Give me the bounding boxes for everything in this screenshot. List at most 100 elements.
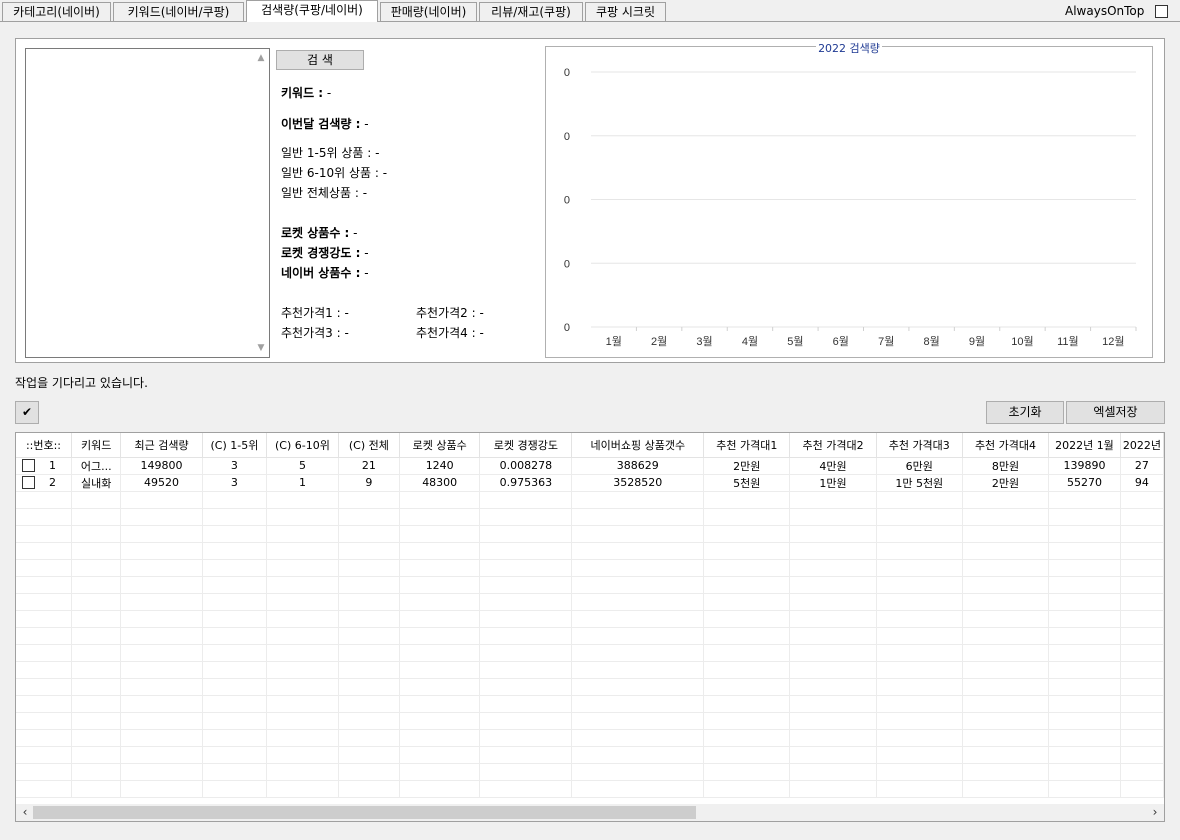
table-cell: 49520 bbox=[120, 474, 203, 492]
tab-divider bbox=[0, 21, 1180, 22]
table-cell bbox=[71, 610, 122, 628]
table-cell bbox=[202, 763, 268, 781]
table-cell bbox=[202, 661, 268, 679]
column-header[interactable]: 최근 검색량 bbox=[120, 433, 203, 458]
table-row[interactable] bbox=[16, 610, 1164, 628]
table-row[interactable] bbox=[16, 491, 1164, 509]
column-header[interactable]: 추천 가격대3 bbox=[876, 433, 963, 458]
table-row[interactable] bbox=[16, 627, 1164, 645]
table-cell bbox=[16, 763, 72, 781]
tab-search-volume[interactable]: 검색량(쿠팡/네이버) bbox=[246, 0, 378, 22]
y-tick-label: 0 bbox=[564, 322, 570, 334]
table-row[interactable] bbox=[16, 763, 1164, 781]
table-cell bbox=[266, 491, 339, 509]
table-cell bbox=[16, 695, 72, 713]
table-row[interactable] bbox=[16, 644, 1164, 662]
table-cell bbox=[571, 644, 705, 662]
column-header[interactable]: 2022년 1월 bbox=[1048, 433, 1121, 458]
column-header[interactable]: 추천 가격대2 bbox=[789, 433, 877, 458]
table-cell bbox=[1048, 644, 1121, 662]
table-cell bbox=[571, 576, 705, 594]
x-tick-label: 3월 bbox=[696, 335, 712, 348]
table-row[interactable] bbox=[16, 542, 1164, 560]
scroll-down-icon[interactable]: ▼ bbox=[253, 343, 269, 353]
scroll-left-icon[interactable]: ‹ bbox=[20, 805, 30, 819]
keyword-value: - bbox=[323, 86, 332, 100]
table-row[interactable] bbox=[16, 695, 1164, 713]
table-row[interactable] bbox=[16, 508, 1164, 526]
table-row[interactable] bbox=[16, 559, 1164, 577]
table-cell bbox=[16, 491, 72, 509]
table-cell bbox=[479, 712, 573, 730]
table-cell bbox=[202, 729, 268, 747]
column-header[interactable]: 추천 가격대1 bbox=[703, 433, 791, 458]
table-cell bbox=[703, 695, 791, 713]
table-row[interactable] bbox=[16, 593, 1164, 611]
grid-horizontal-scrollbar[interactable]: ‹ › bbox=[16, 804, 1164, 821]
check-all-button[interactable]: ✔ bbox=[15, 401, 39, 424]
table-cell bbox=[120, 627, 203, 645]
table-cell bbox=[202, 695, 268, 713]
table-row[interactable] bbox=[16, 712, 1164, 730]
row-checkbox[interactable] bbox=[22, 476, 35, 490]
column-header[interactable]: 로켓 경쟁강도 bbox=[479, 433, 573, 458]
table-cell: 1240 bbox=[399, 457, 481, 475]
table-cell bbox=[962, 763, 1050, 781]
column-header[interactable]: (C) 전체 bbox=[338, 433, 401, 458]
table-row[interactable] bbox=[16, 729, 1164, 747]
table-cell bbox=[16, 576, 72, 594]
table-cell bbox=[120, 695, 203, 713]
scroll-thumb[interactable] bbox=[33, 806, 696, 819]
table-row[interactable]: 2 실내화 49520 3 1 9 48300 0.975363 3528520 5천원 1만원 1만… bbox=[16, 474, 1164, 492]
table-cell bbox=[876, 678, 963, 696]
rocket-count-value: - bbox=[349, 226, 358, 240]
column-header[interactable]: 로켓 상품수 bbox=[399, 433, 481, 458]
column-header[interactable]: 추천 가격대4 bbox=[962, 433, 1050, 458]
table-cell: 6만원 bbox=[876, 457, 963, 475]
tab-sales-naver[interactable]: 판매량(네이버) bbox=[380, 2, 477, 22]
reset-button[interactable]: 초기화 bbox=[986, 401, 1064, 424]
table-cell bbox=[571, 559, 705, 577]
table-cell bbox=[120, 491, 203, 509]
table-cell bbox=[789, 763, 877, 781]
search-button[interactable]: 검 색 bbox=[276, 50, 364, 70]
table-cell bbox=[1048, 695, 1121, 713]
table-cell bbox=[16, 644, 72, 662]
listbox-scrollbar[interactable]: ▲ ▼ bbox=[253, 49, 269, 357]
column-header[interactable]: (C) 6-10위 bbox=[266, 433, 339, 458]
tab-review-stock[interactable]: 리뷰/재고(쿠팡) bbox=[479, 2, 583, 22]
table-row[interactable] bbox=[16, 525, 1164, 543]
scroll-right-icon[interactable]: › bbox=[1150, 805, 1160, 819]
table-row[interactable] bbox=[16, 678, 1164, 696]
table-cell bbox=[571, 780, 705, 798]
table-cell bbox=[338, 525, 401, 543]
table-cell bbox=[71, 491, 122, 509]
price3-info: 추천가격3 : - bbox=[281, 326, 349, 340]
chart-plot: 0 0 0 0 0 1월 2월 3월 4월 5월 6월 7월 8월 9월 10월 11월 12월 bbox=[564, 67, 1137, 348]
table-cell bbox=[266, 780, 339, 798]
column-header[interactable]: 네이버쇼핑 상품갯수 bbox=[571, 433, 705, 458]
table-row[interactable]: 1 어그... 149800 3 5 21 1240 0.008278 388629 2만원 4만원… bbox=[16, 457, 1164, 475]
table-cell bbox=[120, 678, 203, 696]
row-checkbox[interactable] bbox=[22, 459, 35, 473]
table-row[interactable] bbox=[16, 576, 1164, 594]
table-row[interactable] bbox=[16, 661, 1164, 679]
table-cell bbox=[120, 661, 203, 679]
table-row[interactable] bbox=[16, 746, 1164, 764]
column-header[interactable]: 2022년 bbox=[1120, 433, 1164, 458]
result-grid[interactable]: ::번호:: 키워드 최근 검색량 (C) 1-5위 (C) 6-10위 (C) 전체 로켓… bbox=[15, 432, 1165, 822]
table-row[interactable] bbox=[16, 780, 1164, 798]
excel-save-button[interactable]: 엑셀저장 bbox=[1066, 401, 1165, 424]
tab-keyword[interactable]: 키워드(네이버/쿠팡) bbox=[113, 2, 244, 22]
scroll-up-icon[interactable]: ▲ bbox=[253, 53, 269, 63]
keyword-listbox[interactable]: ▲ ▼ bbox=[25, 48, 270, 358]
table-cell bbox=[876, 695, 963, 713]
always-on-top-checkbox[interactable] bbox=[1155, 5, 1168, 18]
column-header[interactable]: ::번호:: bbox=[16, 433, 72, 458]
table-cell bbox=[16, 559, 72, 577]
tab-category-naver[interactable]: 카테고리(네이버) bbox=[2, 2, 111, 22]
x-tick-label: 7월 bbox=[878, 335, 894, 348]
column-header[interactable]: 키워드 bbox=[71, 433, 122, 458]
tab-coupang-secret[interactable]: 쿠팡 시크릿 bbox=[585, 2, 666, 22]
column-header[interactable]: (C) 1-5위 bbox=[202, 433, 268, 458]
